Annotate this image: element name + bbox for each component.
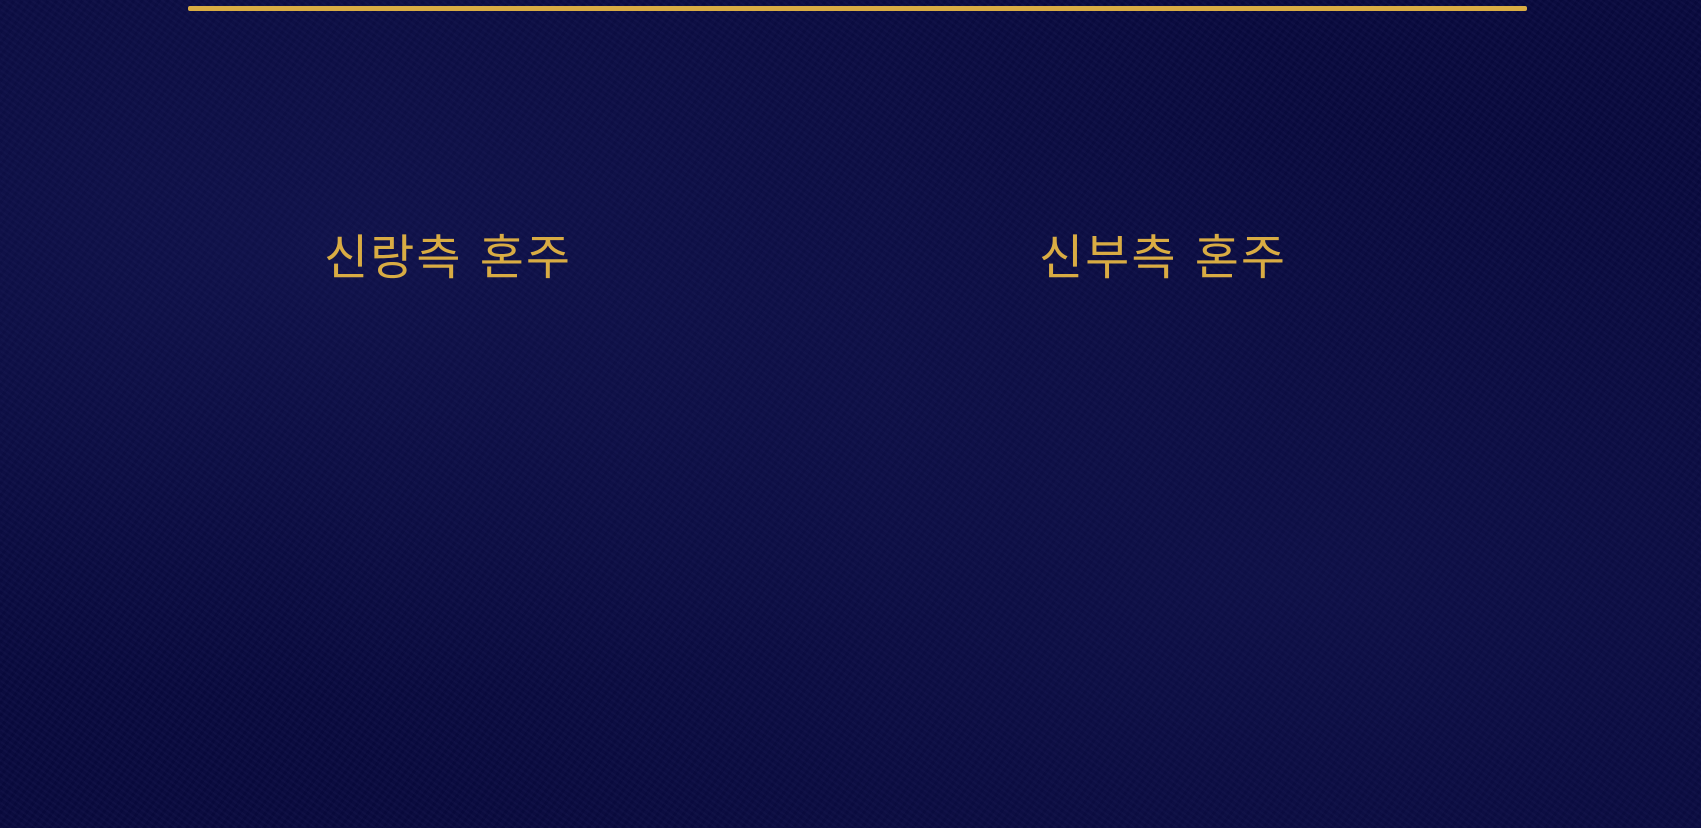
groom-host-heading: 신랑측 혼주 [324,230,573,286]
top-divider-line [188,6,1527,11]
bride-host-heading: 신부측 혼주 [1039,230,1288,286]
